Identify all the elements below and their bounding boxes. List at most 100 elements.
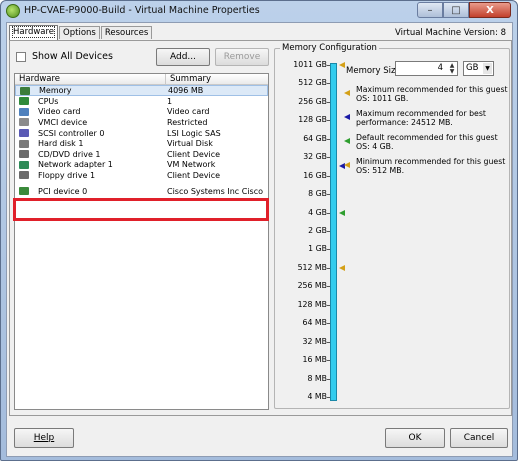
default-recommended-icon	[341, 133, 356, 151]
hardware-row[interactable]: Video card Video card	[15, 107, 268, 118]
hardware-summary: Video card	[167, 107, 210, 117]
memory-scale-label: 64 GB	[303, 133, 327, 143]
hardware-name: CPUs	[38, 96, 59, 106]
max-recommended-icon	[341, 85, 356, 103]
hardware-summary: 4096 MB	[168, 86, 204, 95]
memory-scale-label: 128 GB	[298, 115, 327, 125]
memory-configuration-label: Memory Configuration	[280, 43, 379, 53]
memory-scale-label: 64 MB	[302, 318, 327, 328]
memory-scale-label: 4 GB	[308, 207, 327, 217]
add-button[interactable]: Add...	[156, 48, 210, 66]
hardware-row[interactable]: Network adapter 1 VM Network	[15, 160, 268, 171]
memory-scale-label: 128 MB	[297, 299, 327, 309]
tab-label: Options	[63, 28, 96, 38]
ok-button[interactable]: OK	[385, 428, 445, 448]
scsi-controller-icon	[19, 129, 29, 138]
vmci-device-icon	[19, 118, 29, 127]
vm-app-icon	[6, 4, 20, 18]
monitor-icon	[19, 107, 29, 116]
hardware-summary: Restricted	[167, 117, 208, 127]
cancel-button[interactable]: Cancel	[450, 428, 508, 448]
show-all-devices-checkbox[interactable]: Show All Devices	[16, 51, 113, 62]
minimize-button[interactable]: –	[417, 2, 443, 18]
hardware-name: CD/DVD drive 1	[38, 149, 101, 159]
memory-scale-label: 256 GB	[298, 96, 327, 106]
min-recommended-icon	[341, 157, 356, 175]
hardware-name: Network adapter 1	[38, 160, 113, 170]
max-recommended-marker	[339, 62, 345, 68]
checkbox-label: Show All Devices	[32, 51, 113, 62]
hardware-summary: Virtual Disk	[167, 139, 213, 149]
memory-scale-label: 2 GB	[308, 226, 327, 235]
memory-recommendation: Default recommended for this guest OS: 4…	[341, 133, 511, 151]
column-header-summary[interactable]: Summary	[166, 74, 211, 84]
memory-scale-label: 32 MB	[302, 336, 327, 346]
hardware-row[interactable]: PCI device 0 Cisco Systems Inc Cisco	[15, 186, 268, 197]
memory-size-spinner[interactable]: ▲ ▼	[448, 63, 456, 74]
pci-device-highlight-box	[13, 198, 269, 221]
hardware-name: PCI device 0	[38, 186, 88, 196]
tab-resources[interactable]: Resources	[100, 26, 153, 39]
recommendation-text: Minimum recommended for this guest OS: 5…	[356, 157, 506, 175]
memory-slider-track[interactable]	[330, 63, 337, 401]
hardware-list-header: Hardware Summary	[15, 74, 268, 85]
memory-scale-label: 512 MB	[297, 262, 327, 272]
hardware-list[interactable]: Hardware Summary Memory 4096 MB CPUs 1 Video…	[13, 73, 269, 410]
tab-label: Hardware	[11, 26, 56, 38]
close-button[interactable]: X	[469, 2, 511, 18]
hardware-summary: VM Network	[167, 160, 216, 170]
hardware-row[interactable]: CD/DVD drive 1 Client Device	[15, 149, 268, 160]
memory-scale-label: 512 GB	[298, 78, 327, 88]
hardware-name: Memory	[39, 86, 72, 95]
checkbox-box[interactable]	[16, 51, 26, 62]
pci-device-icon	[19, 187, 29, 196]
cpu-icon	[19, 97, 29, 106]
title-bar[interactable]: HP-CVAE-P9000-Build - Virtual Machine Pr…	[1, 1, 517, 21]
help-label: Help	[33, 433, 55, 443]
memory-scale-label: 8 MB	[307, 373, 327, 383]
hardware-row[interactable]: CPUs 1	[15, 96, 268, 107]
hardware-row[interactable]: VMCI device Restricted	[15, 117, 268, 128]
memory-configuration-group: Memory Configuration 1011 GB 512 GB 256 GB…	[274, 43, 511, 409]
dialog-client: Hardware Options Resources Virtual Machi…	[6, 22, 513, 457]
vm-version-label: Virtual Machine Version: 8	[395, 28, 506, 38]
hardware-rows: Memory 4096 MB CPUs 1 Video card Video card VM…	[15, 85, 268, 196]
column-header-hardware[interactable]: Hardware	[15, 74, 166, 84]
tab-hardware[interactable]: Hardware	[9, 25, 59, 40]
memory-scale-label: 1011 GB	[293, 60, 327, 69]
hardware-summary: Cisco Systems Inc Cisco	[167, 186, 263, 196]
memory-scale-label: 32 GB	[303, 152, 327, 162]
hardware-row[interactable]: Memory 4096 MB	[15, 85, 268, 96]
memory-scale-label: 16 MB	[302, 355, 327, 365]
caption-buttons: – □ X	[417, 2, 511, 18]
dialog-footer: Help OK Cancel	[7, 419, 512, 457]
remove-button[interactable]: Remove	[215, 48, 269, 66]
chevron-down-icon[interactable]: ▼	[483, 63, 492, 74]
memory-scale-label: 8 GB	[308, 189, 327, 199]
hardware-row[interactable]: SCSI controller 0 LSI Logic SAS	[15, 128, 268, 139]
hardware-name: Video card	[38, 107, 81, 117]
spin-down-icon[interactable]: ▼	[448, 68, 456, 75]
hardware-row[interactable]: Hard disk 1 Virtual Disk	[15, 138, 268, 149]
cd-dvd-icon	[19, 150, 29, 159]
hard-disk-icon	[19, 139, 29, 148]
hardware-summary: LSI Logic SAS	[167, 128, 221, 138]
memory-scale-label: 16 GB	[303, 170, 327, 180]
memory-scale-label: 1 GB	[308, 244, 327, 254]
memory-unit-select[interactable]: GB ▼	[463, 61, 494, 76]
memory-recommendation: Minimum recommended for this guest OS: 5…	[341, 157, 511, 175]
hardware-summary: 1	[167, 96, 173, 106]
hardware-row[interactable]: Floppy drive 1 Client Device	[15, 170, 268, 181]
best-performance-icon	[341, 109, 356, 127]
memory-recommendation: Maximum recommended for best performance…	[341, 109, 511, 127]
help-button[interactable]: Help	[14, 428, 74, 448]
recommendation-text: Maximum recommended for this guest OS: 1…	[356, 85, 508, 103]
memory-size-input[interactable]: 4 ▲ ▼	[395, 61, 458, 76]
maximize-button[interactable]: □	[443, 2, 469, 18]
memory-size-value: 4	[437, 63, 443, 73]
tab-options[interactable]: Options	[59, 26, 100, 39]
floppy-icon	[19, 171, 29, 180]
hardware-name: VMCI device	[38, 117, 88, 127]
memory-scale-label: 256 MB	[297, 281, 327, 291]
memory-unit-value: GB	[466, 63, 479, 73]
